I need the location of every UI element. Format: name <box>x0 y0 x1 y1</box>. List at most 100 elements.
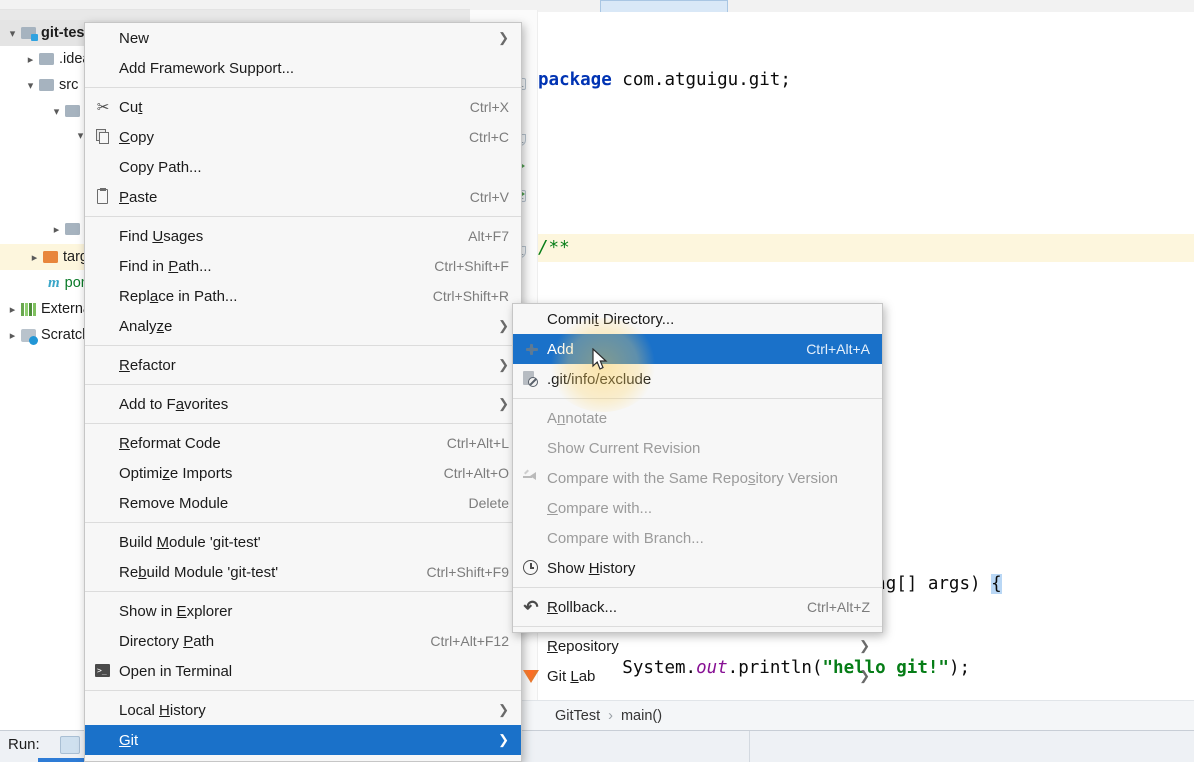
chevron-right-icon: ❯ <box>498 396 509 411</box>
status-cell-right <box>750 731 1194 762</box>
menu-item-show-in-explorer[interactable]: Show in Explorer <box>85 596 521 626</box>
clock-icon <box>522 559 540 577</box>
chevron-right-icon: ❯ <box>498 732 509 747</box>
menu-item-analyze[interactable]: Analyze ❯ <box>85 311 521 341</box>
menu-item-reload-from-disk[interactable]: Reload from Disk <box>85 755 521 761</box>
menu-item-label: Paste <box>119 188 158 206</box>
git-item-git-lab[interactable]: Git Lab ❯ <box>513 661 882 691</box>
menu-item-label: Compare with... <box>547 499 653 517</box>
chevron-right-icon[interactable]: ▸ <box>4 329 21 342</box>
chevron-down-icon[interactable]: ▾ <box>48 105 65 118</box>
folder-icon <box>65 223 80 235</box>
menu-item-shortcut: Alt+F7 <box>468 228 509 244</box>
chevron-right-icon[interactable]: ▸ <box>22 53 39 66</box>
chevron-right-icon[interactable]: ▸ <box>26 251 43 264</box>
menu-item-reformat-code[interactable]: Reformat Code Ctrl+Alt+L <box>85 428 521 458</box>
menu-item-replace-in-path[interactable]: Replace in Path... Ctrl+Shift+R <box>85 281 521 311</box>
git-item-compare-with[interactable]: Compare with... <box>513 493 882 523</box>
git-item-commit-directory[interactable]: Commit Directory... <box>513 304 882 334</box>
run-tool-window-label[interactable]: Run: <box>8 736 40 753</box>
git-item-git-info-exclude[interactable]: .git/info/exclude <box>513 364 882 394</box>
tree-row-idea[interactable]: ▸ .idea <box>22 46 91 72</box>
menu-item-label: Compare with the Same Repository Version <box>547 469 838 487</box>
menu-item-label: Add to Favorites <box>119 395 229 413</box>
code-text-span: ); <box>948 658 971 678</box>
menu-item-add-framework-support[interactable]: Add Framework Support... <box>85 53 521 83</box>
menu-item-local-history[interactable]: Local History ❯ <box>85 695 521 725</box>
menu-item-remove-module[interactable]: Remove Module Delete <box>85 488 521 518</box>
chevron-down-icon[interactable]: ▾ <box>4 27 21 40</box>
menu-item-add-to-favorites[interactable]: Add to Favorites ❯ <box>85 389 521 419</box>
git-item-add[interactable]: Add Ctrl+Alt+A <box>513 334 882 364</box>
compare-icon <box>522 469 540 487</box>
chevron-right-icon[interactable]: ▸ <box>48 223 65 236</box>
chevron-down-icon[interactable]: ▾ <box>22 79 39 92</box>
scratches-icon <box>21 328 38 345</box>
menu-item-label: Cut <box>119 98 143 116</box>
run-tool-window-icon[interactable] <box>60 736 80 754</box>
tree-row-src[interactable]: ▾ src <box>22 72 79 98</box>
tree-item-label: src <box>59 77 79 93</box>
code-comment: /** <box>538 238 570 258</box>
menu-item-shortcut: Ctrl+Shift+F <box>434 258 509 274</box>
menu-item-label: Directory Path <box>119 632 215 650</box>
menu-item-shortcut: Ctrl+C <box>468 129 509 145</box>
git-item-rollback[interactable]: Rollback... Ctrl+Alt+Z <box>513 592 882 622</box>
menu-item-optimize-imports[interactable]: Optimize Imports Ctrl+Alt+O <box>85 458 521 488</box>
project-context-menu[interactable]: New ❯ Add Framework Support... Cut Ctrl+X Cop… <box>84 22 522 762</box>
breadcrumb-method[interactable]: main() <box>621 708 662 724</box>
menu-item-shortcut: Ctrl+Shift+R <box>432 288 509 304</box>
code-line-1: package com.atguigu.git; <box>538 66 1194 94</box>
chevron-right-icon: ❯ <box>498 318 509 333</box>
code-brace-highlighted: { <box>991 574 1002 594</box>
menu-item-label: Open in Terminal <box>119 662 233 680</box>
menu-item-git[interactable]: Git ❯ <box>85 725 521 755</box>
tree-row-resources[interactable]: ▸ <box>48 216 85 242</box>
menu-item-paste[interactable]: Paste Ctrl+V <box>85 182 521 212</box>
breadcrumb-separator-icon: › <box>608 707 613 724</box>
menu-separator <box>513 626 882 627</box>
chevron-right-icon: ❯ <box>859 638 870 653</box>
menu-item-shortcut: Ctrl+Alt+O <box>443 465 509 481</box>
menu-item-shortcut: Ctrl+V <box>469 189 509 205</box>
menu-item-directory-path[interactable]: Directory Path Ctrl+Alt+F12 <box>85 626 521 656</box>
menu-item-open-in-terminal[interactable]: >_ Open in Terminal <box>85 656 521 686</box>
menu-item-label: Reformat Code <box>119 434 221 452</box>
menu-item-label: Refactor <box>119 356 176 374</box>
git-submenu[interactable]: Commit Directory... Add Ctrl+Alt+A .git/inf… <box>512 303 883 685</box>
git-item-compare-with-the-same-repository-version[interactable]: Compare with the Same Repository Version <box>513 463 882 493</box>
scissors-icon <box>94 98 112 116</box>
menu-item-refactor[interactable]: Refactor ❯ <box>85 350 521 380</box>
menu-item-build-module-git-test[interactable]: Build Module 'git-test' <box>85 527 521 557</box>
exclude-icon <box>522 370 540 388</box>
tree-root-label: git-test <box>41 25 90 41</box>
menu-separator <box>513 398 882 399</box>
menu-item-label: Build Module 'git-test' <box>119 533 261 551</box>
code-line-3: /** <box>538 234 1194 262</box>
code-keyword: package <box>538 70 612 90</box>
menu-item-label: Remove Module <box>119 494 229 512</box>
git-item-show-current-revision[interactable]: Show Current Revision <box>513 433 882 463</box>
menu-item-cut[interactable]: Cut Ctrl+X <box>85 92 521 122</box>
git-item-compare-with-branch[interactable]: Compare with Branch... <box>513 523 882 553</box>
menu-separator <box>85 591 521 592</box>
menu-item-label: Add Framework Support... <box>119 59 295 77</box>
menu-item-find-usages[interactable]: Find Usages Alt+F7 <box>85 221 521 251</box>
menu-item-copy-path[interactable]: Copy Path... <box>85 152 521 182</box>
git-item-annotate[interactable]: Annotate <box>513 403 882 433</box>
menu-item-copy[interactable]: Copy Ctrl+C <box>85 122 521 152</box>
breadcrumb[interactable]: GitTest › main() <box>470 700 1194 730</box>
menu-item-label: Add <box>547 340 574 358</box>
menu-item-shortcut: Delete <box>468 495 509 511</box>
ide-window: ▾ git-test D:\IdeaProjects\git-test ▸ .i… <box>0 0 1194 762</box>
menu-item-rebuild-module-git-test[interactable]: Rebuild Module 'git-test' Ctrl+Shift+F9 <box>85 557 521 587</box>
menu-item-new[interactable]: New ❯ <box>85 23 521 53</box>
breadcrumb-class[interactable]: GitTest <box>555 708 600 724</box>
menu-item-find-in-path[interactable]: Find in Path... Ctrl+Shift+F <box>85 251 521 281</box>
chevron-right-icon[interactable]: ▸ <box>4 303 21 316</box>
git-item-show-history[interactable]: Show History <box>513 553 882 583</box>
git-item-repository[interactable]: Repository ❯ <box>513 631 882 661</box>
menu-item-label: Show in Explorer <box>119 602 233 620</box>
menu-separator <box>85 423 521 424</box>
menu-item-label: Copy <box>119 128 155 146</box>
